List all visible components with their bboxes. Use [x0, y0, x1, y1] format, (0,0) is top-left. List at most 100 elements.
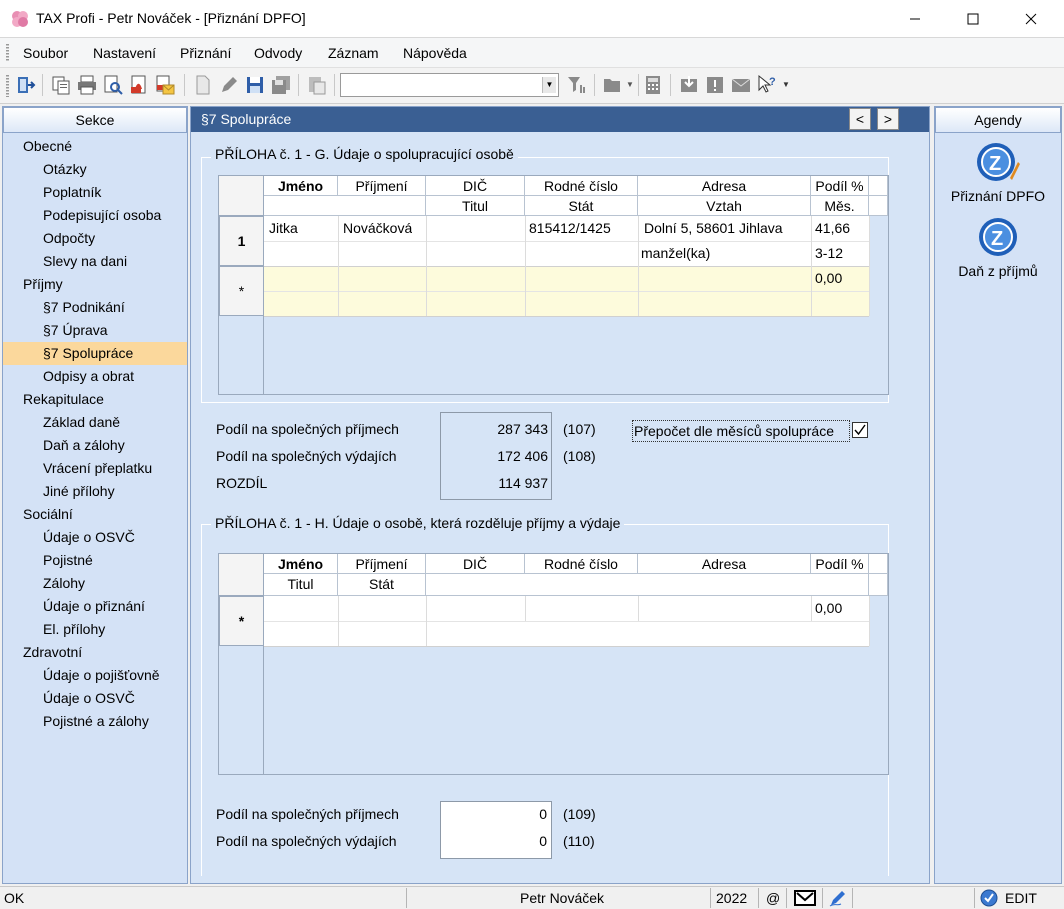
- pdf-mail-icon[interactable]: [154, 74, 176, 96]
- sidebar-item[interactable]: Poplatník: [3, 181, 187, 204]
- sidebar-item[interactable]: Údaje o OSVČ: [3, 526, 187, 549]
- cell-vztah[interactable]: manžel(ka): [641, 243, 710, 263]
- menu-napoveda[interactable]: Nápověda: [403, 45, 467, 61]
- signature-pen-icon[interactable]: [828, 889, 848, 907]
- print-preview-icon[interactable]: [102, 74, 124, 96]
- col-prijmeni[interactable]: Příjmení: [338, 554, 426, 574]
- filter-icon[interactable]: [566, 74, 588, 96]
- menu-soubor[interactable]: Soubor: [23, 45, 68, 61]
- col-podil[interactable]: Podíl %: [811, 554, 869, 574]
- sidebar-item[interactable]: §7 Podnikání: [3, 296, 187, 319]
- col-jmeno[interactable]: Jméno: [264, 554, 338, 574]
- sidebar-item[interactable]: Otázky: [3, 158, 187, 181]
- next-button[interactable]: >: [877, 108, 899, 130]
- sidebar-item[interactable]: Odpisy a obrat: [3, 365, 187, 388]
- folder-icon[interactable]: [602, 74, 624, 96]
- toolbar-grip[interactable]: [6, 75, 9, 97]
- cell-podil-new[interactable]: 0,00: [815, 268, 842, 288]
- cell-rodne-cislo[interactable]: 815412/1425: [529, 218, 611, 238]
- cell-adresa[interactable]: Dolní 5, 58601 Jihlava: [644, 218, 783, 238]
- menu-grip[interactable]: [6, 44, 9, 62]
- cell-prijmeni[interactable]: Nováčková: [343, 218, 412, 238]
- agenda-priznani-dpfo[interactable]: Z Přiznání DPFO: [935, 140, 1061, 204]
- col-vztah[interactable]: Vztah: [638, 196, 811, 216]
- col-dic[interactable]: DIČ: [426, 554, 525, 574]
- sidebar-item[interactable]: Údaje o pojišťovně: [3, 664, 187, 687]
- sidebar-category[interactable]: Rekapitulace: [3, 388, 187, 411]
- chevron-down-icon[interactable]: ▼: [782, 80, 790, 89]
- chevron-down-icon[interactable]: ▼: [626, 80, 634, 89]
- new-row-marker[interactable]: *: [219, 266, 264, 316]
- alert-icon[interactable]: [704, 74, 726, 96]
- print-icon[interactable]: [76, 74, 98, 96]
- sidebar-item[interactable]: Pojistné a zálohy: [3, 710, 187, 733]
- col-rodne-cislo[interactable]: Rodné číslo: [525, 176, 638, 196]
- mail-send-icon[interactable]: [794, 890, 816, 906]
- chevron-down-icon[interactable]: ▼: [542, 77, 556, 93]
- sidebar-item[interactable]: Údaje o OSVČ: [3, 687, 187, 710]
- toolbar-combo[interactable]: ▼: [340, 73, 559, 97]
- cell-podil-new[interactable]: 0,00: [815, 598, 842, 618]
- save-icon[interactable]: [244, 74, 266, 96]
- col-podil[interactable]: Podíl %: [811, 176, 869, 196]
- sidebar-category[interactable]: Obecné: [3, 135, 187, 158]
- col-adresa[interactable]: Adresa: [638, 176, 811, 196]
- calculator-icon[interactable]: [642, 74, 664, 96]
- envelope-icon[interactable]: [730, 74, 752, 96]
- grid-g[interactable]: Jméno Příjmení DIČ Rodné číslo Adresa Po…: [218, 175, 889, 395]
- sidebar-item[interactable]: Slevy na dani: [3, 250, 187, 273]
- row-number[interactable]: 1: [219, 216, 264, 266]
- col-adresa[interactable]: Adresa: [638, 554, 811, 574]
- status-mode: EDIT: [1005, 890, 1037, 906]
- sidebar-category[interactable]: Sociální: [3, 503, 187, 526]
- sidebar-item[interactable]: §7 Úprava: [3, 319, 187, 342]
- sidebar-item[interactable]: Údaje o přiznání: [3, 595, 187, 618]
- maximize-button[interactable]: [950, 0, 996, 38]
- minimize-button[interactable]: [892, 0, 938, 38]
- edit-pen-icon[interactable]: [218, 74, 240, 96]
- prev-button[interactable]: <: [849, 108, 871, 130]
- save-all-icon[interactable]: [270, 74, 292, 96]
- cell-podil[interactable]: 41,66: [815, 218, 850, 238]
- menu-odvody[interactable]: Odvody: [254, 45, 302, 61]
- sidebar-item[interactable]: Jiné přílohy: [3, 480, 187, 503]
- copy-icon[interactable]: [50, 74, 72, 96]
- grid-h[interactable]: Jméno Příjmení DIČ Rodné číslo Adresa Po…: [218, 553, 889, 775]
- help-pointer-icon[interactable]: ?: [756, 74, 778, 96]
- cell-mes[interactable]: 3-12: [815, 243, 843, 263]
- new-row-marker[interactable]: *: [219, 596, 264, 646]
- col-stat[interactable]: Stát: [338, 574, 426, 596]
- sidebar-item[interactable]: Odpočty: [3, 227, 187, 250]
- sidebar-category[interactable]: Příjmy: [3, 273, 187, 296]
- pdf-icon[interactable]: [128, 74, 150, 96]
- menu-nastaveni[interactable]: Nastavení: [93, 45, 156, 61]
- col-stat[interactable]: Stát: [525, 196, 638, 216]
- sidebar-item[interactable]: El. přílohy: [3, 618, 187, 641]
- col-prijmeni[interactable]: Příjmení: [338, 176, 426, 196]
- recalc-checkbox-label[interactable]: Přepočet dle měsíců spolupráce: [634, 423, 834, 439]
- new-document-icon[interactable]: [192, 74, 214, 96]
- col-titul[interactable]: Titul: [264, 574, 338, 596]
- sidebar-item[interactable]: Zálohy: [3, 572, 187, 595]
- sidebar-item[interactable]: Daň a zálohy: [3, 434, 187, 457]
- sidebar-item[interactable]: Podepisující osoba: [3, 204, 187, 227]
- recalc-checkbox[interactable]: [852, 422, 868, 438]
- close-button[interactable]: [1008, 0, 1054, 38]
- menu-zaznam[interactable]: Záznam: [328, 45, 379, 61]
- sidebar-item[interactable]: Pojistné: [3, 549, 187, 572]
- menu-priznani[interactable]: Přiznání: [180, 45, 231, 61]
- sidebar-category[interactable]: Zdravotní: [3, 641, 187, 664]
- exit-door-icon[interactable]: [14, 74, 36, 96]
- cell-jmeno[interactable]: Jitka: [269, 218, 298, 238]
- col-jmeno[interactable]: Jméno: [264, 176, 338, 196]
- col-rodne-cislo[interactable]: Rodné číslo: [525, 554, 638, 574]
- col-titul[interactable]: Titul: [426, 196, 525, 216]
- col-mes[interactable]: Měs.: [811, 196, 869, 216]
- paste-icon[interactable]: [306, 74, 328, 96]
- sidebar-item[interactable]: Základ daně: [3, 411, 187, 434]
- agenda-dan-z-prijmu[interactable]: Z Daň z příjmů: [935, 215, 1061, 279]
- sidebar-item[interactable]: Vrácení přeplatku: [3, 457, 187, 480]
- sidebar-item[interactable]: §7 Spolupráce: [3, 342, 187, 365]
- col-dic[interactable]: DIČ: [426, 176, 525, 196]
- import-icon[interactable]: [678, 74, 700, 96]
